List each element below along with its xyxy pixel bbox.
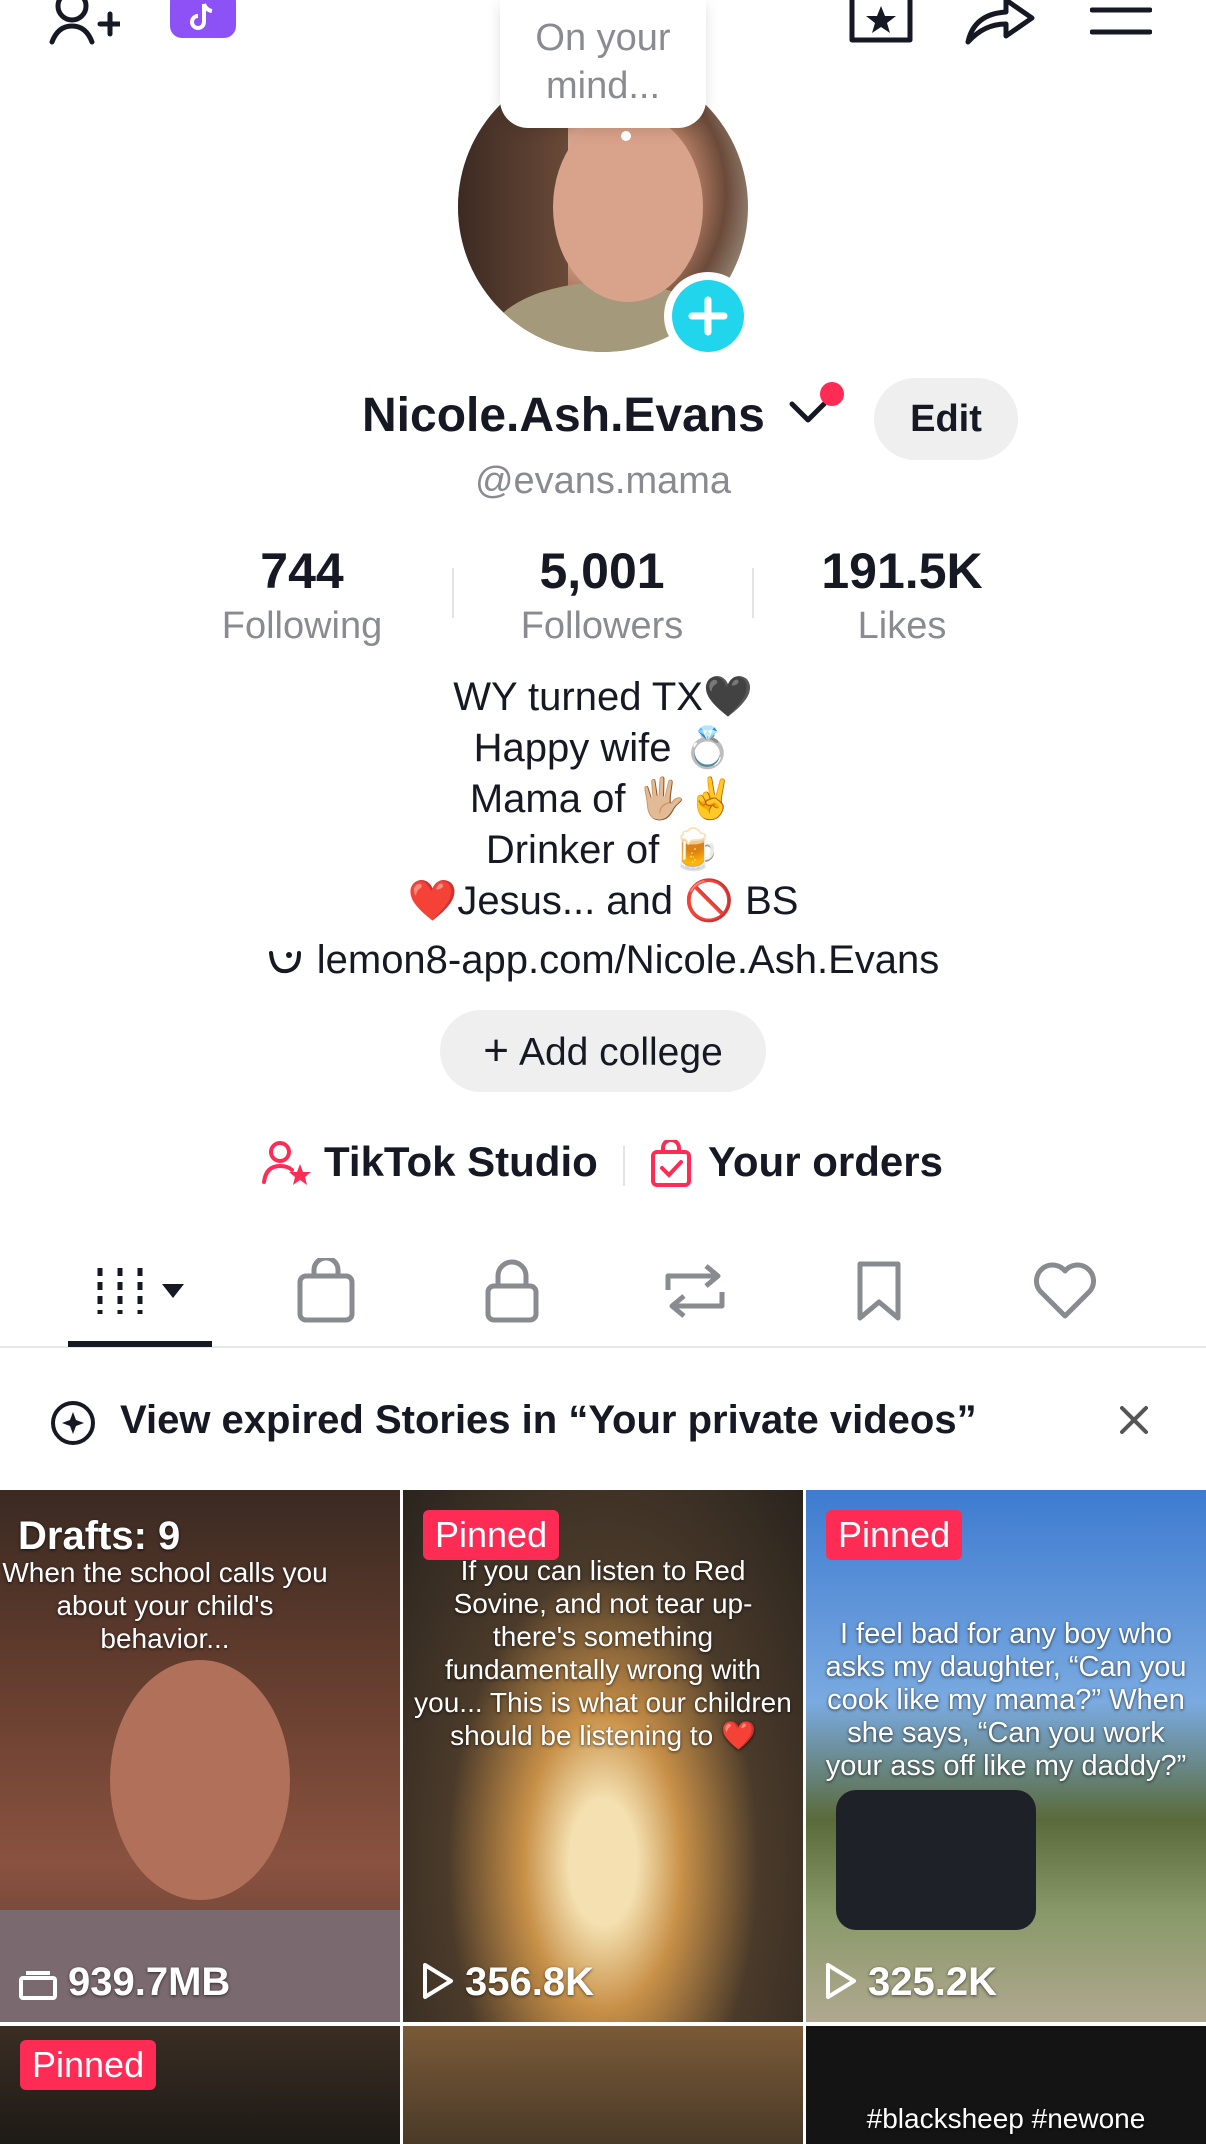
video-meta: 939.7MB: [18, 1960, 230, 2005]
tab-saved[interactable]: [854, 1258, 934, 1338]
play-icon: [826, 1963, 856, 1999]
favorites-icon[interactable]: [848, 0, 914, 46]
bio-line: Mama of 🖐🏼✌️: [469, 777, 737, 821]
profile-bio: WY turned TX🖤 Happy wife 💍 Mama of 🖐🏼✌️ …: [0, 672, 1206, 927]
plus-icon: [672, 280, 744, 352]
profile-link-text: lemon8-app.com/Nicole.Ash.Evans: [316, 938, 940, 982]
shop-bag-icon: [297, 1255, 355, 1323]
add-friend-icon[interactable]: [48, 0, 120, 48]
bio-line: ❤️Jesus... and 🚫 BS: [407, 879, 799, 923]
thumb-truck: [836, 1790, 1036, 1930]
drafts-label: Drafts: 9: [18, 1514, 181, 1558]
video-thumbnail[interactable]: #blacksheep #newone: [806, 2026, 1206, 2144]
note-bubble-line1: On your: [535, 17, 671, 59]
creator-tools: TikTok Studio Your orders: [0, 1132, 1206, 1192]
add-college-button[interactable]: + Add college: [440, 1010, 766, 1092]
video-caption: I feel bad for any boy who asks my daugh…: [825, 1618, 1187, 1782]
video-caption: #blacksheep #newone: [866, 2103, 1146, 2134]
pinned-badge: Pinned: [20, 2040, 157, 2090]
view-count: 356.8K: [465, 1960, 594, 2004]
bio-line: Happy wife 💍: [473, 726, 733, 770]
videos-grid-icon: [97, 1268, 184, 1314]
stat-likes[interactable]: 191.5K Likes: [752, 540, 1052, 650]
video-thumbnail[interactable]: Drafts: 9 When the school calls you abou…: [0, 1490, 400, 2022]
private-lock-icon: [485, 1259, 539, 1323]
tiktok-app-icon[interactable]: [168, 0, 238, 42]
chevron-down-icon[interactable]: [788, 400, 828, 431]
tab-liked[interactable]: [1032, 1258, 1112, 1338]
bio-line: WY turned TX🖤: [453, 675, 753, 719]
tiktok-studio-button[interactable]: TikTok Studio: [262, 1138, 598, 1186]
stat-followers[interactable]: 5,001 Followers: [452, 540, 752, 650]
video-size: 939.7MB: [68, 1960, 231, 2004]
profile-name[interactable]: Nicole.Ash.Evans: [362, 388, 765, 443]
edit-profile-button[interactable]: Edit: [874, 378, 1018, 460]
note-bubble[interactable]: On your mind...: [500, 0, 706, 128]
stat-followers-label: Followers: [520, 605, 684, 647]
stories-icon: [48, 1398, 98, 1453]
add-college-label: Add college: [518, 1031, 723, 1074]
orders-bag-icon: [651, 1140, 691, 1187]
liked-heart-icon: [1034, 1262, 1096, 1319]
bubble-tail: [621, 131, 631, 141]
plus-icon: +: [483, 1026, 509, 1075]
menu-icon[interactable]: [1090, 0, 1152, 40]
stat-following-label: Following: [221, 605, 383, 647]
tab-shop[interactable]: [296, 1255, 376, 1338]
video-meta: 325.2K: [824, 1960, 997, 2005]
stat-following[interactable]: 744 Following: [152, 540, 452, 650]
pinned-badge: Pinned: [423, 1510, 560, 1560]
studio-person-star-icon: [262, 1141, 311, 1185]
video-thumbnail[interactable]: Pinned I feel bad for any boy who asks m…: [806, 1490, 1206, 2022]
expired-stories-notice[interactable]: View expired Stories in “Your private vi…: [0, 1380, 1206, 1460]
profile-tabs: [0, 1240, 1206, 1348]
video-thumbnail[interactable]: Pinned: [0, 2026, 400, 2144]
your-orders-button[interactable]: Your orders: [650, 1138, 943, 1187]
saved-bookmark-icon: [857, 1261, 901, 1321]
tools-divider: [623, 1146, 625, 1186]
tab-reposts[interactable]: [660, 1258, 740, 1338]
repost-icon: [665, 1264, 725, 1318]
video-thumbnail[interactable]: [403, 2026, 803, 2144]
tiktok-studio-label: TikTok Studio: [324, 1138, 598, 1185]
thumb-face: [110, 1660, 290, 1900]
drafts-stack-icon: [19, 1971, 57, 2000]
video-meta: 356.8K: [421, 1960, 594, 2005]
bio-line: Drinker of 🍺: [485, 828, 721, 872]
tab-private[interactable]: [482, 1258, 562, 1338]
tab-videos[interactable]: [94, 1258, 194, 1338]
stat-following-count: 744: [260, 543, 344, 599]
profile-link[interactable]: lemon8-app.com/Nicole.Ash.Evans: [0, 938, 1206, 985]
pinned-badge: Pinned: [826, 1510, 963, 1560]
add-story-button[interactable]: [664, 272, 752, 360]
stat-likes-label: Likes: [857, 605, 947, 647]
notice-text: View expired Stories in “Your private vi…: [120, 1398, 977, 1442]
profile-stats: 744 Following 5,001 Followers 191.5K Lik…: [0, 540, 1206, 650]
your-orders-label: Your orders: [708, 1138, 943, 1185]
view-count: 325.2K: [868, 1960, 997, 2004]
video-grid: Drafts: 9 When the school calls you abou…: [0, 1490, 1206, 2144]
lemon8-icon: [267, 940, 303, 985]
stat-followers-count: 5,001: [539, 543, 665, 599]
video-thumbnail[interactable]: Pinned If you can listen to Red Sovine, …: [403, 1490, 803, 2022]
profile-handle: @evans.mama: [474, 460, 732, 502]
profile-name-row: Nicole.Ash.Evans Edit: [0, 378, 1206, 460]
close-icon[interactable]: [1118, 1404, 1150, 1441]
play-icon: [423, 1963, 453, 1999]
share-icon[interactable]: [964, 0, 1036, 46]
stat-likes-count: 191.5K: [821, 543, 983, 599]
active-tab-indicator: [68, 1341, 212, 1347]
notification-dot: [820, 382, 844, 406]
video-caption: If you can listen to Red Sovine, and not…: [414, 1555, 792, 1751]
note-bubble-line2: mind...: [545, 65, 661, 107]
video-caption: When the school calls you about your chi…: [2, 1557, 328, 1654]
